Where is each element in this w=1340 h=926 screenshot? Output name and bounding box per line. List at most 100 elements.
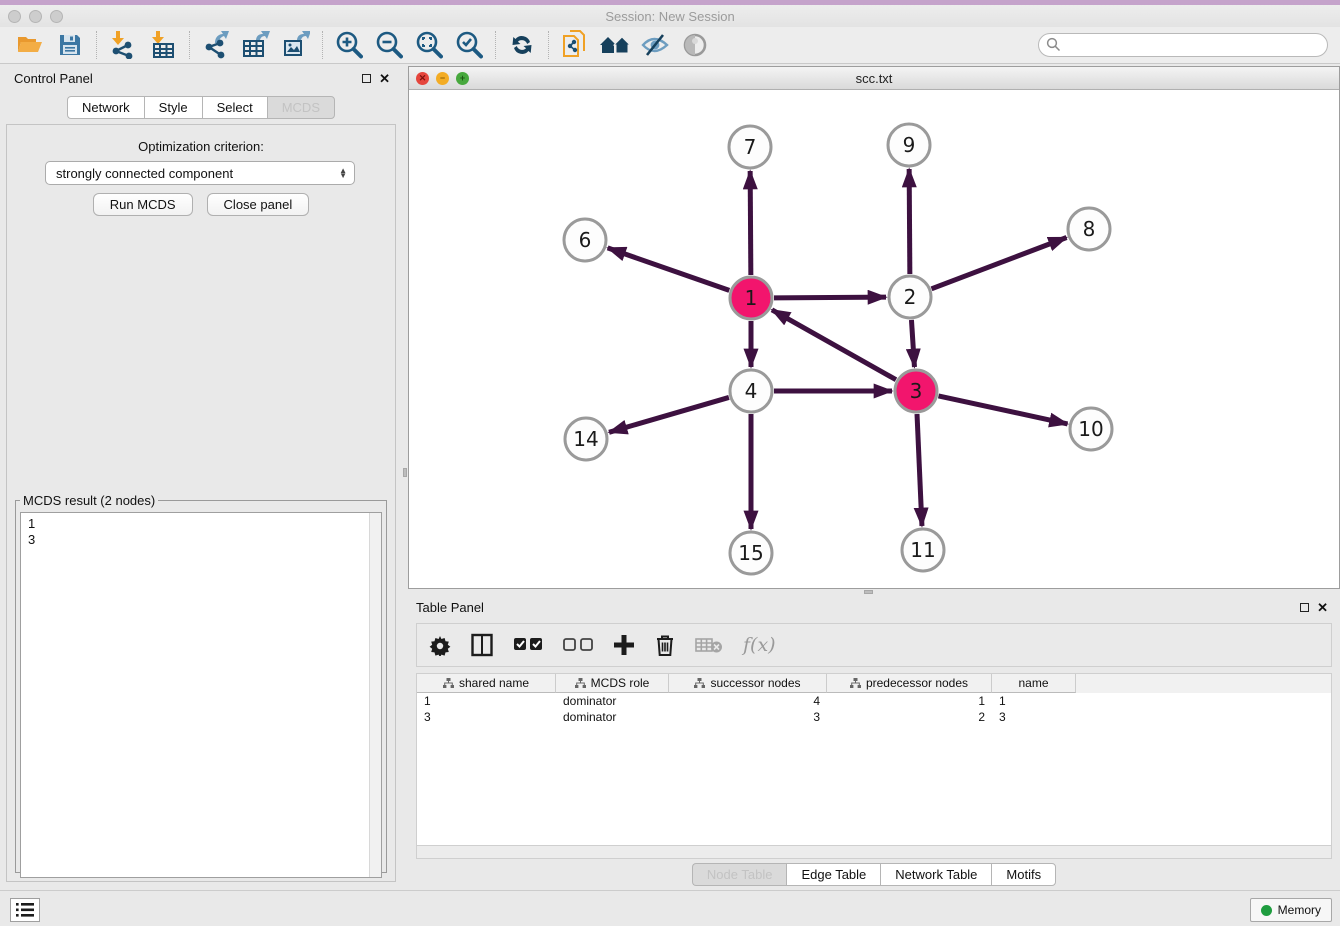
cell[interactable]: 3	[669, 709, 827, 725]
node-6[interactable]: 6	[564, 219, 606, 261]
optimization-criterion-select[interactable]: strongly connected component ▲▼	[45, 161, 355, 185]
network-canvas[interactable]: 1 2 3 4 6 7 8 9 10 11 14 15	[409, 90, 1339, 588]
node-label-8: 8	[1083, 217, 1096, 241]
close-panel-icon[interactable]: ✕	[379, 74, 390, 83]
window-title: Session: New Session	[0, 9, 1340, 24]
refresh-view-icon[interactable]	[505, 29, 539, 61]
float-panel-icon[interactable]	[1300, 603, 1309, 612]
table-tabs: Node TableEdge TableNetwork TableMotifs	[408, 863, 1340, 886]
column-header-predecessor-nodes[interactable]: predecessor nodes	[827, 674, 992, 693]
node-10[interactable]: 10	[1070, 408, 1112, 450]
tab-node-table[interactable]: Node Table	[692, 863, 787, 886]
tab-edge-table[interactable]: Edge Table	[786, 863, 880, 886]
select-stepper-icon: ▲▼	[339, 168, 347, 178]
edge-2-3[interactable]	[911, 320, 914, 367]
delete-table-icon[interactable]	[695, 636, 723, 654]
edge-3-11[interactable]	[917, 414, 922, 526]
mcds-result-textarea[interactable]: 1 3	[20, 512, 382, 878]
save-session-icon[interactable]	[53, 29, 87, 61]
cell[interactable]: 2	[827, 709, 992, 725]
cell[interactable]: 1	[992, 693, 1076, 709]
tab-motifs[interactable]: Motifs	[991, 863, 1056, 886]
show-all-columns-icon[interactable]	[513, 637, 543, 653]
toolbar-separator	[189, 31, 190, 59]
zoom-fit-icon[interactable]	[412, 29, 446, 61]
task-history-button[interactable]	[10, 898, 40, 922]
column-header-successor-nodes[interactable]: successor nodes	[669, 674, 827, 693]
cell[interactable]: 1	[827, 693, 992, 709]
table-hscrollbar[interactable]	[416, 845, 1332, 859]
node-3[interactable]: 3	[895, 370, 937, 412]
node-9[interactable]: 9	[888, 124, 930, 166]
cell[interactable]: 1	[417, 693, 556, 709]
cell[interactable]: 3	[992, 709, 1076, 725]
column-header-shared-name[interactable]: shared name	[417, 674, 556, 693]
cell[interactable]: 4	[669, 693, 827, 709]
cell[interactable]: dominator	[556, 709, 669, 725]
hide-all-columns-icon[interactable]	[563, 637, 593, 653]
node-14[interactable]: 14	[565, 418, 607, 460]
node-15[interactable]: 15	[730, 532, 772, 574]
node-7[interactable]: 7	[729, 126, 771, 168]
node-label-14: 14	[573, 427, 598, 451]
tab-mcds[interactable]: MCDS	[267, 96, 335, 119]
import-table-icon[interactable]	[146, 29, 180, 61]
column-header-name[interactable]: name	[992, 674, 1076, 693]
node-8[interactable]: 8	[1068, 208, 1110, 250]
import-network-icon[interactable]	[106, 29, 140, 61]
zoom-out-icon[interactable]	[372, 29, 406, 61]
table-row[interactable]: 1dominator411	[417, 693, 1331, 709]
edge-2-9[interactable]	[909, 169, 910, 274]
toolbar-separator	[322, 31, 323, 59]
edge-3-10[interactable]	[938, 396, 1067, 424]
splitter-handle[interactable]	[864, 590, 873, 594]
hide-graphics-details-icon[interactable]	[638, 29, 672, 61]
function-builder-icon[interactable]: f(x)	[743, 634, 776, 656]
node-4[interactable]: 4	[730, 370, 772, 412]
edge-1-7[interactable]	[750, 171, 751, 275]
delete-column-icon[interactable]	[655, 633, 675, 657]
open-session-icon[interactable]	[13, 29, 47, 61]
cell[interactable]: dominator	[556, 693, 669, 709]
float-panel-icon[interactable]	[362, 74, 371, 83]
export-table-icon[interactable]	[239, 29, 273, 61]
edge-1-6[interactable]	[608, 248, 730, 290]
edge-2-8[interactable]	[932, 238, 1067, 289]
memory-button[interactable]: Memory	[1250, 898, 1332, 922]
column-header-MCDS-role[interactable]: MCDS role	[556, 674, 669, 693]
node-label-11: 11	[910, 538, 935, 562]
tab-network-table[interactable]: Network Table	[880, 863, 991, 886]
titlebar[interactable]: Session: New Session	[0, 5, 1340, 27]
clone-network-icon[interactable]	[558, 29, 592, 61]
close-panel-icon[interactable]: ✕	[1317, 603, 1328, 612]
tab-select[interactable]: Select	[202, 96, 267, 119]
node-1[interactable]: 1	[730, 277, 772, 319]
export-image-icon[interactable]	[279, 29, 313, 61]
add-column-icon[interactable]	[613, 634, 635, 656]
node-label-4: 4	[745, 379, 758, 403]
zoom-selected-icon[interactable]	[452, 29, 486, 61]
tab-network[interactable]: Network	[67, 96, 144, 119]
cell[interactable]: 3	[417, 709, 556, 725]
edge-3-1[interactable]	[772, 310, 896, 380]
table-row[interactable]: 3dominator323	[417, 709, 1331, 725]
tab-style[interactable]: Style	[144, 96, 202, 119]
edge-1-2[interactable]	[774, 297, 886, 298]
table-options-icon[interactable]	[429, 634, 451, 656]
close-panel-button[interactable]: Close panel	[207, 193, 310, 216]
node-label-6: 6	[579, 228, 592, 252]
result-scrollbar[interactable]	[369, 513, 381, 877]
search-input[interactable]	[1038, 33, 1328, 57]
zoom-in-icon[interactable]	[332, 29, 366, 61]
birds-eye-view-icon[interactable]	[678, 29, 712, 61]
run-mcds-button[interactable]: Run MCDS	[93, 193, 193, 216]
export-network-icon[interactable]	[199, 29, 233, 61]
splitter-handle[interactable]	[403, 468, 407, 477]
node-2[interactable]: 2	[889, 276, 931, 318]
column-browser-icon[interactable]	[471, 633, 493, 657]
network-window-titlebar[interactable]: ✕ − + scc.txt	[409, 67, 1339, 90]
node-label-7: 7	[744, 135, 757, 159]
node-11[interactable]: 11	[902, 529, 944, 571]
home-icon[interactable]	[598, 29, 632, 61]
edge-4-14[interactable]	[609, 397, 729, 432]
